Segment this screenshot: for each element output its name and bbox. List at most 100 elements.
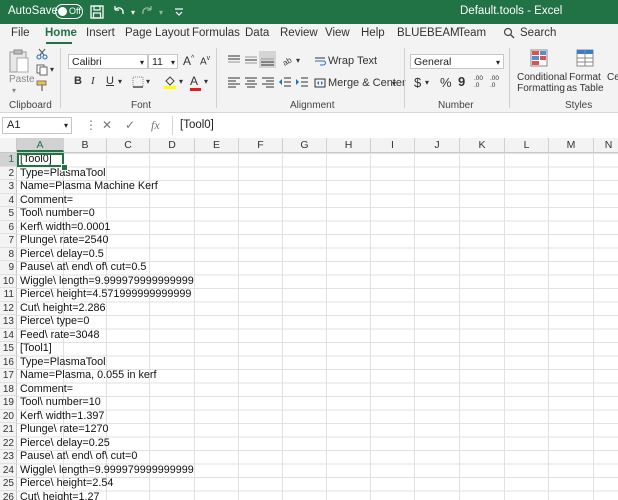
column-header-a[interactable]: A xyxy=(17,138,64,152)
wrap-text-icon[interactable] xyxy=(314,55,326,70)
merge-dropdown-icon[interactable]: ▾ xyxy=(392,79,396,88)
cell-a5[interactable]: Tool\ number=0 xyxy=(20,207,95,221)
cell-a8[interactable]: Pierce\ delay=0.5 xyxy=(20,248,104,262)
column-header-l[interactable]: L xyxy=(505,138,549,152)
row-header[interactable]: 18 xyxy=(0,382,17,396)
worksheet-grid[interactable]: ABCDEFGHIJKLMN 1 2 3 4 5 6 7 8 9 10 11 12 13 14 15 16 17… xyxy=(0,138,618,500)
row-header[interactable]: 2 xyxy=(0,166,17,180)
select-all-corner[interactable] xyxy=(0,138,17,152)
fill-color-icon[interactable] xyxy=(163,75,177,92)
save-icon[interactable] xyxy=(88,3,106,21)
row-header[interactable]: 16 xyxy=(0,355,17,369)
row-header[interactable]: 19 xyxy=(0,396,17,410)
row-header[interactable]: 8 xyxy=(0,247,17,261)
row-header[interactable]: 13 xyxy=(0,315,17,329)
cell-a6[interactable]: Kerf\ width=0.0001 xyxy=(20,221,110,235)
cell-a16[interactable]: Type=PlasmaTool xyxy=(20,356,106,370)
more-options-icon[interactable]: ⋮ xyxy=(85,118,97,132)
cell-a7[interactable]: Plunge\ rate=2540 xyxy=(20,234,109,248)
increase-indent-icon[interactable] xyxy=(295,76,309,91)
column-header-i[interactable]: I xyxy=(371,138,415,152)
enter-icon[interactable]: ✓ xyxy=(125,118,135,132)
column-header-d[interactable]: D xyxy=(150,138,195,152)
cancel-icon[interactable]: ✕ xyxy=(102,118,112,132)
tab-view[interactable]: View xyxy=(325,27,350,39)
align-center-icon[interactable] xyxy=(244,76,258,91)
active-cell-a1[interactable] xyxy=(17,153,64,167)
cut-icon[interactable] xyxy=(36,48,48,63)
paste-icon[interactable] xyxy=(8,48,30,76)
currency-button[interactable]: $ xyxy=(414,75,421,90)
decrease-indent-icon[interactable] xyxy=(278,76,292,91)
tab-formulas[interactable]: Formulas xyxy=(192,27,240,39)
cell-a23[interactable]: Pause\ at\ end\ of\ cut=0 xyxy=(20,450,137,464)
fill-handle[interactable] xyxy=(61,164,68,171)
align-bottom-icon[interactable] xyxy=(259,51,276,68)
paste-button[interactable]: Paste xyxy=(9,74,35,85)
column-header-k[interactable]: K xyxy=(460,138,505,152)
copy-dropdown-icon[interactable]: ▾ xyxy=(50,65,54,74)
orientation-dropdown-icon[interactable]: ▾ xyxy=(296,56,300,65)
column-header-m[interactable]: M xyxy=(549,138,594,152)
align-left-icon[interactable] xyxy=(227,76,241,91)
cell-a13[interactable]: Pierce\ type=0 xyxy=(20,315,89,329)
cell-a3[interactable]: Name=Plasma Machine Kerf xyxy=(20,180,158,194)
cell-a11[interactable]: Pierce\ height=4.571999999999999 xyxy=(20,288,191,302)
wrap-text-button[interactable]: Wrap Text xyxy=(328,55,377,67)
cell-styles-button[interactable]: Cell Styles xyxy=(607,72,618,83)
align-top-icon[interactable] xyxy=(227,54,241,69)
cell-a20[interactable]: Kerf\ width=1.397 xyxy=(20,410,104,424)
row-header[interactable]: 3 xyxy=(0,180,17,194)
column-header-e[interactable]: E xyxy=(195,138,239,152)
orientation-icon[interactable]: ab xyxy=(281,54,295,69)
cell-a26[interactable]: Cut\ height=1.27 xyxy=(20,491,100,500)
row-header[interactable]: 11 xyxy=(0,288,17,302)
font-color-dropdown-icon[interactable]: ▾ xyxy=(204,77,208,86)
cell-a21[interactable]: Plunge\ rate=1270 xyxy=(20,423,109,437)
font-size-select[interactable]: 11 ▾ xyxy=(148,54,178,69)
cell-a10[interactable]: Wiggle\ length=9.999979999999999 xyxy=(20,275,194,289)
borders-icon[interactable] xyxy=(132,76,144,91)
tab-review[interactable]: Review xyxy=(280,27,318,39)
tab-help[interactable]: Help xyxy=(361,27,385,39)
currency-dropdown-icon[interactable]: ▾ xyxy=(425,78,429,87)
copy-icon[interactable] xyxy=(36,64,48,79)
customize-toolbar-icon[interactable] xyxy=(170,3,188,21)
format-as-table-icon[interactable] xyxy=(576,49,594,70)
format-painter-icon[interactable] xyxy=(36,80,48,95)
row-header[interactable]: 26 xyxy=(0,490,17,500)
search-label[interactable]: Search xyxy=(520,27,556,39)
column-header-b[interactable]: B xyxy=(64,138,107,152)
row-header[interactable]: 1 xyxy=(0,153,17,167)
percent-button[interactable]: % xyxy=(440,75,452,90)
column-header-n[interactable]: N xyxy=(594,138,618,152)
column-header-j[interactable]: J xyxy=(415,138,460,152)
tab-page-layout[interactable]: Page Layout xyxy=(125,27,190,39)
name-box[interactable]: A1 ▾ xyxy=(2,117,72,134)
row-header[interactable]: 9 xyxy=(0,261,17,275)
row-header[interactable]: 14 xyxy=(0,328,17,342)
row-header[interactable]: 12 xyxy=(0,301,17,315)
row-header[interactable]: 15 xyxy=(0,342,17,356)
align-middle-icon[interactable] xyxy=(244,54,258,69)
row-header[interactable]: 17 xyxy=(0,369,17,383)
search-icon[interactable] xyxy=(503,27,515,42)
redo-dropdown-icon[interactable]: ▾ xyxy=(152,3,170,21)
conditional-formatting-icon[interactable] xyxy=(530,49,548,70)
cell-a9[interactable]: Pause\ at\ end\ of\ cut=0.5 xyxy=(20,261,146,275)
tab-data[interactable]: Data xyxy=(245,27,269,39)
tab-team[interactable]: Team xyxy=(458,27,486,39)
cell-a19[interactable]: Tool\ number=10 xyxy=(20,396,101,410)
row-header[interactable]: 23 xyxy=(0,450,17,464)
cell-a24[interactable]: Wiggle\ length=9.999979999999999 xyxy=(20,464,194,478)
cell-a25[interactable]: Pierce\ height=2.54 xyxy=(20,477,113,491)
tab-bluebeam[interactable]: BLUEBEAM xyxy=(397,27,460,39)
cell-a4[interactable]: Comment= xyxy=(20,194,73,208)
insert-function-icon[interactable]: fx xyxy=(151,118,160,133)
paste-dropdown-icon[interactable]: ▾ xyxy=(12,86,16,95)
cell-a15[interactable]: [Tool1] xyxy=(20,342,52,356)
row-header[interactable]: 7 xyxy=(0,234,17,248)
number-format-select[interactable]: General ▾ xyxy=(410,54,504,69)
merge-center-icon[interactable] xyxy=(314,77,326,92)
align-right-icon[interactable] xyxy=(261,76,275,91)
